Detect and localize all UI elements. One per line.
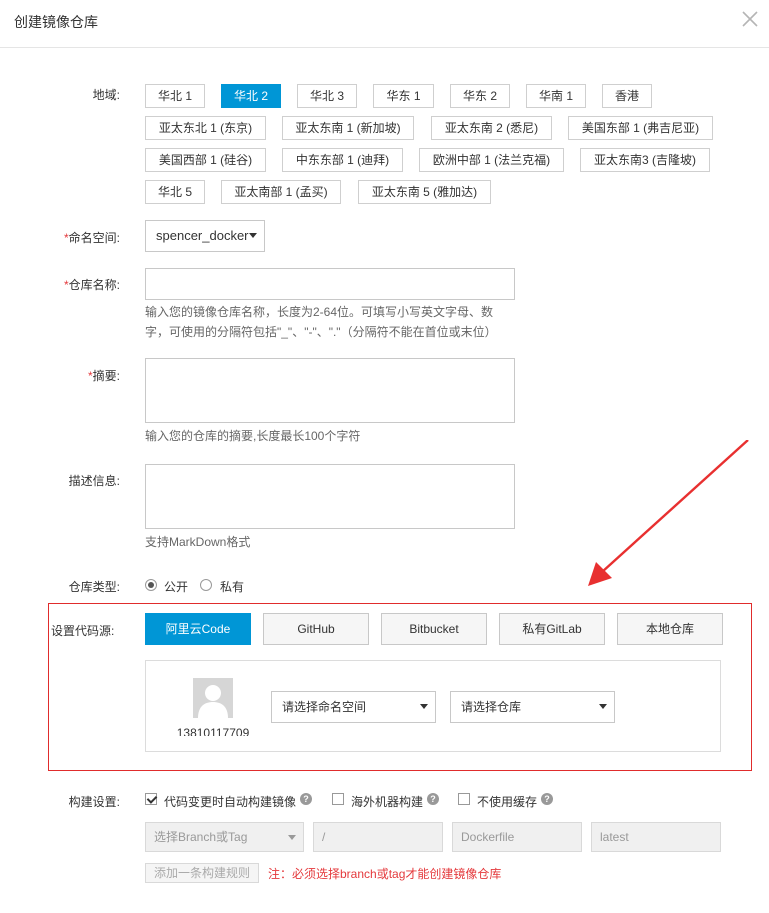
source-github-button[interactable]: GitHub xyxy=(263,613,369,645)
source-namespace-select-value: 请选择命名空间 xyxy=(282,700,367,714)
repo-type-public-radio[interactable] xyxy=(145,579,157,591)
chevron-down-icon xyxy=(599,704,607,709)
region-option-huabei3[interactable]: 华北 3 xyxy=(297,84,357,108)
avatar xyxy=(193,678,233,718)
account-name: 13810117709 xyxy=(176,726,250,736)
region-option-siliconvalley[interactable]: 美国西部 1 (硅谷) xyxy=(145,148,266,172)
chevron-down-icon xyxy=(420,704,428,709)
chevron-down-icon xyxy=(288,835,296,840)
header-divider xyxy=(0,47,769,48)
branch-tag-select[interactable]: 选择Branch或Tag xyxy=(145,822,304,852)
source-local-repo-button[interactable]: 本地仓库 xyxy=(617,613,723,645)
dialog-title: 创建镜像仓库 xyxy=(14,14,98,30)
add-build-rule-button[interactable]: 添加一条构建规则 xyxy=(145,863,259,883)
repo-type-public-label: 公开 xyxy=(164,580,189,594)
overseas-build-label: 海外机器构建 xyxy=(351,795,424,809)
namespace-select-value: spencer_docker xyxy=(156,228,249,243)
help-icon[interactable]: ? xyxy=(541,793,553,805)
region-option-jakarta[interactable]: 亚太东南 5 (雅加达) xyxy=(358,180,491,204)
no-cache-checkbox[interactable] xyxy=(458,793,470,805)
no-cache-label: 不使用缓存 xyxy=(477,795,538,809)
close-icon[interactable] xyxy=(740,9,760,29)
namespace-label: *命名空间: xyxy=(63,231,120,245)
repo-type-private-label: 私有 xyxy=(220,580,245,594)
branch-tag-select-value: 选择Branch或Tag xyxy=(154,830,248,844)
region-option-sydney[interactable]: 亚太东南 2 (悉尼) xyxy=(431,116,552,140)
repo-name-label: *仓库名称: xyxy=(63,278,120,292)
repo-type-label: 仓库类型: xyxy=(68,580,120,594)
source-aliyun-code-button[interactable]: 阿里云Code xyxy=(145,613,251,645)
chevron-down-icon xyxy=(249,233,257,238)
region-option-hongkong[interactable]: 香港 xyxy=(602,84,652,108)
auto-build-label: 代码变更时自动构建镜像 xyxy=(164,795,297,809)
auto-build-checkbox[interactable] xyxy=(145,793,157,805)
build-rule-note: 注：必须选择branch或tag才能创建镜像仓库 xyxy=(268,867,502,881)
source-repo-select-value: 请选择仓库 xyxy=(461,700,522,714)
region-label: 地域: xyxy=(92,88,120,102)
source-repo-select[interactable]: 请选择仓库 xyxy=(450,691,615,723)
region-option-virginia[interactable]: 美国东部 1 (弗吉尼亚) xyxy=(568,116,713,140)
source-namespace-select[interactable]: 请选择命名空间 xyxy=(271,691,436,723)
region-option-huadong1[interactable]: 华东 1 xyxy=(373,84,434,108)
build-dir-input[interactable]: / xyxy=(313,822,443,852)
repo-name-help: 输入您的镜像仓库名称，长度为2-64位。可填写小写英文字母、数 字，可使用的分隔… xyxy=(145,305,497,339)
region-option-mumbai[interactable]: 亚太南部 1 (孟买) xyxy=(221,180,341,204)
region-option-tokyo[interactable]: 亚太东北 1 (东京) xyxy=(145,116,266,140)
region-option-kualalumpur[interactable]: 亚太东南3 (吉隆坡) xyxy=(580,148,710,172)
help-icon[interactable]: ? xyxy=(427,793,439,805)
region-option-dubai[interactable]: 中东东部 1 (迪拜) xyxy=(282,148,403,172)
user-avatar-icon xyxy=(198,685,228,718)
description-label: 描述信息: xyxy=(68,474,120,488)
build-settings-label: 构建设置: xyxy=(68,795,120,809)
image-tag-input[interactable]: latest xyxy=(591,822,721,852)
red-arrow-icon xyxy=(588,440,749,586)
source-bitbucket-button[interactable]: Bitbucket xyxy=(381,613,487,645)
region-option-huabei2[interactable]: 华北 2 xyxy=(221,84,281,108)
namespace-select[interactable]: spencer_docker xyxy=(145,220,265,252)
description-help: 支持MarkDown格式 xyxy=(145,535,251,549)
dockerfile-input[interactable]: Dockerfile xyxy=(452,822,582,852)
region-option-huadong2[interactable]: 华东 2 xyxy=(450,84,510,108)
region-option-singapore[interactable]: 亚太东南 1 (新加坡) xyxy=(282,116,414,140)
summary-help: 输入您的仓库的摘要,长度最长100个字符 xyxy=(145,429,361,443)
source-private-gitlab-button[interactable]: 私有GitLab xyxy=(499,613,605,645)
region-option-frankfurt[interactable]: 欧洲中部 1 (法兰克福) xyxy=(419,148,564,172)
region-option-huabei1[interactable]: 华北 1 xyxy=(145,84,205,108)
overseas-build-checkbox[interactable] xyxy=(332,793,344,805)
region-option-huabei5[interactable]: 华北 5 xyxy=(145,180,205,204)
help-icon[interactable]: ? xyxy=(300,793,312,805)
repo-name-input[interactable] xyxy=(145,268,515,300)
region-option-huanan1[interactable]: 华南 1 xyxy=(526,84,586,108)
description-textarea[interactable] xyxy=(145,464,515,529)
repo-type-private-radio[interactable] xyxy=(200,579,212,591)
code-source-label: 设置代码源: xyxy=(51,624,115,638)
summary-textarea[interactable] xyxy=(145,358,515,423)
summary-label: *摘要: xyxy=(87,369,120,383)
